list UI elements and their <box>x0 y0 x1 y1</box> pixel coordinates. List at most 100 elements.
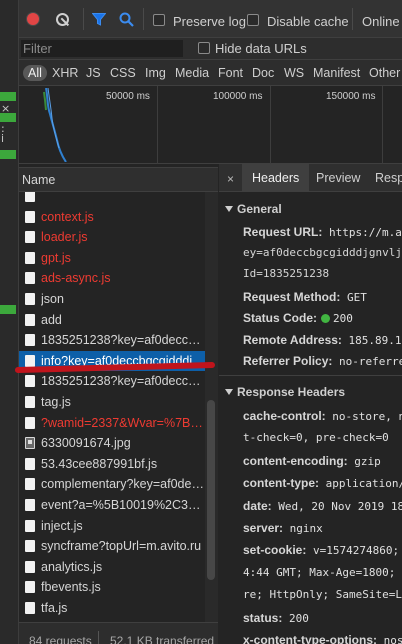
request-row[interactable]: event?a=%5B10019%2C395... <box>19 495 205 516</box>
response-headers-title: Response Headers <box>237 385 346 399</box>
hide-data-urls-checkbox[interactable] <box>198 42 210 54</box>
referrer-policy-value: no-referre <box>339 355 402 368</box>
request-name: inject.js <box>41 518 83 533</box>
file-icon <box>25 272 35 285</box>
response-header-row: x-content-type-options: nos <box>243 633 402 644</box>
file-icon <box>25 416 35 429</box>
request-method-row: Request Method: GET <box>243 290 367 304</box>
response-headers-toggle[interactable]: Response Headers <box>225 385 345 399</box>
response-header-value: nginx <box>283 522 323 535</box>
request-row[interactable]: add <box>19 310 205 331</box>
file-icon <box>25 192 35 202</box>
response-header-row: status: 200 <box>243 611 309 625</box>
filter-icon[interactable] <box>92 13 106 26</box>
search-icon[interactable] <box>119 12 134 27</box>
name-column-header[interactable]: Name <box>19 164 218 192</box>
request-row[interactable]: tfa.js <box>19 598 205 619</box>
request-row[interactable]: gpt.js <box>19 248 205 269</box>
request-row[interactable]: syncframe?topUrl=m.avito.ru <box>19 536 205 557</box>
response-header-key: x-content-type-options: <box>243 633 377 644</box>
request-row[interactable]: 53.43cee887991bf.js <box>19 454 205 475</box>
header-divider <box>19 164 218 168</box>
throttling-select[interactable]: Online <box>362 14 400 29</box>
side-tick: i <box>1 132 5 145</box>
request-name: event?a=%5B10019%2C395... <box>41 498 205 512</box>
type-js[interactable]: JS <box>86 65 101 81</box>
timeline-gridline <box>157 86 158 164</box>
type-other[interactable]: Other <box>369 65 400 81</box>
request-row[interactable]: ads-async.js <box>19 268 205 289</box>
tab-response[interactable]: Response <box>365 164 402 192</box>
type-font[interactable]: Font <box>218 65 243 81</box>
request-row[interactable]: loader.js <box>19 227 205 248</box>
type-media[interactable]: Media <box>175 65 209 81</box>
type-xhr[interactable]: XHR <box>52 65 78 81</box>
filter-bar: Hide data URLs <box>19 38 402 60</box>
response-header-value: no-store, n <box>325 410 402 423</box>
response-header-key: status: <box>243 610 283 625</box>
detail-tab-bar: × Headers Preview Response <box>219 164 402 192</box>
network-toolbar: Preserve log Disable cache Online <box>19 0 402 38</box>
type-doc[interactable]: Doc <box>252 65 274 81</box>
request-details: × Headers Preview Response General Reque… <box>219 164 402 644</box>
request-row[interactable]: json <box>19 289 205 310</box>
response-header-row: t-check=0, pre-check=0 <box>243 431 389 444</box>
request-name: 1835251238?key=af0deccbg... <box>41 333 205 348</box>
response-header-row: 4:44 GMT; Max-Age=1800; <box>243 566 395 579</box>
clear-icon[interactable] <box>56 13 69 26</box>
status-code-value: 200 <box>333 312 353 325</box>
file-icon <box>25 540 35 553</box>
status-code-row: Status Code: 200 <box>243 311 353 325</box>
type-img[interactable]: Img <box>145 65 166 81</box>
timeline-gridline <box>382 86 383 164</box>
type-manifest[interactable]: Manifest <box>313 65 360 81</box>
preserve-log-checkbox[interactable] <box>153 14 165 26</box>
request-row[interactable]: 1835251238?key=af0deccbg... <box>19 330 205 351</box>
timeline-overview[interactable]: 50000 ms 100000 ms 150000 ms <box>19 86 402 164</box>
request-name: syncframe?topUrl=m.avito.ru <box>41 539 202 554</box>
type-ws[interactable]: WS <box>284 65 304 81</box>
response-header-value: application/ <box>319 477 402 491</box>
type-css[interactable]: CSS <box>110 65 136 81</box>
filter-input[interactable] <box>21 40 183 57</box>
request-url-row: Request URL: https://m.a <box>243 225 402 239</box>
type-all[interactable]: All <box>23 65 47 81</box>
list-scrollbar[interactable] <box>205 192 218 622</box>
close-icon[interactable]: × <box>227 172 234 186</box>
request-name: 6330091674.jpg <box>41 436 131 451</box>
collapse-caret-icon <box>225 389 233 395</box>
request-row[interactable]: analytics.js <box>19 557 205 578</box>
timeline-label: 100000 ms <box>213 91 263 102</box>
request-list: Name context.js loader.js gpt.js ads-async.… <box>19 164 218 644</box>
scrollbar-thumb[interactable] <box>207 400 215 580</box>
tab-preview[interactable]: Preview <box>306 164 370 192</box>
section-divider <box>219 375 402 376</box>
disable-cache-checkbox[interactable] <box>247 14 259 26</box>
remote-address-label: Remote Address: <box>243 333 342 347</box>
file-icon <box>25 560 35 573</box>
timeline-waterfall <box>43 88 67 162</box>
remote-address-value: 185.89.1 <box>348 334 402 347</box>
request-row[interactable]: ?wamid=2337&Wvar=%7B%... <box>19 413 205 434</box>
request-row[interactable] <box>19 192 205 207</box>
request-row[interactable]: inject.js <box>19 516 205 537</box>
green-bar <box>0 113 16 122</box>
toolbar-divider <box>143 8 144 30</box>
request-row[interactable]: context.js <box>19 207 205 228</box>
record-button[interactable] <box>26 12 40 26</box>
request-row[interactable]: complementary?key=af0decc... <box>19 474 205 495</box>
request-name: 53.43cee887991bf.js <box>41 456 158 471</box>
general-section-toggle[interactable]: General <box>225 202 282 216</box>
response-header-row: cache-control: no-store, n <box>243 409 402 423</box>
request-row[interactable]: fbevents.js <box>19 577 205 598</box>
response-header-row: set-cookie: v=1574274860; <box>243 543 399 557</box>
file-icon <box>25 210 35 223</box>
tab-headers[interactable]: Headers <box>242 164 310 192</box>
request-row[interactable]: tag.js <box>19 392 205 413</box>
timeline-label: 50000 ms <box>106 91 150 102</box>
request-row[interactable]: 6330091674.jpg <box>19 433 205 454</box>
file-icon <box>25 293 35 305</box>
response-header-key: set-cookie: <box>243 543 307 558</box>
request-name: fbevents.js <box>41 580 101 595</box>
response-header-value: v=1574274860; <box>306 544 400 558</box>
